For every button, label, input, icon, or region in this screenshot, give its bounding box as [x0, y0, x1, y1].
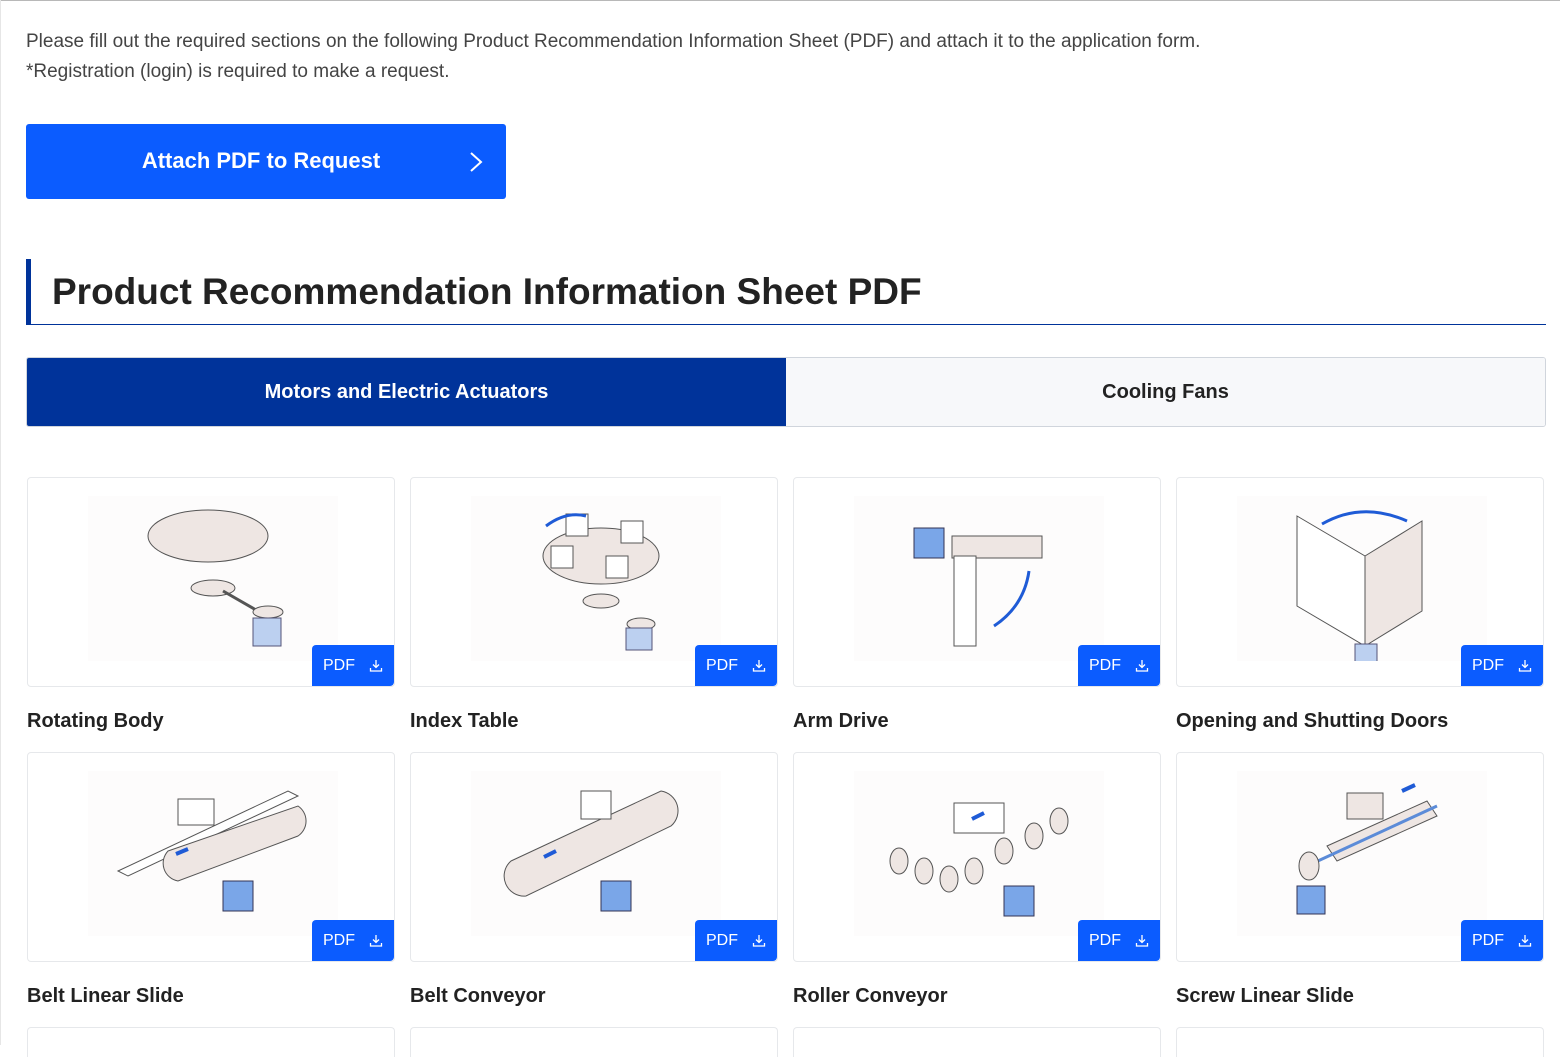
download-icon [369, 659, 383, 672]
hinged-door-motor-illustration [1237, 496, 1487, 661]
index-table-with-boxes-illustration [471, 496, 721, 661]
category-tabs: Motors and Electric Actuators Cooling Fa… [26, 357, 1546, 427]
card-stub [410, 1027, 778, 1057]
card-title[interactable]: Belt Linear Slide [27, 985, 184, 1008]
download-icon [752, 934, 766, 947]
section-title: Product Recommendation Information Sheet… [52, 271, 922, 312]
card-title[interactable]: Roller Conveyor [793, 985, 947, 1008]
card-title[interactable]: Screw Linear Slide [1176, 985, 1354, 1008]
attach-pdf-button[interactable]: Attach PDF to Request [26, 124, 506, 199]
download-icon [1135, 934, 1149, 947]
download-icon [1135, 659, 1149, 672]
pdf-button-label: PDF [1472, 931, 1504, 949]
pdf-button-label: PDF [706, 656, 738, 674]
screw-linear-slide-illustration [1237, 771, 1487, 936]
card-stub [1176, 1027, 1544, 1057]
card-title[interactable]: Rotating Body [27, 710, 164, 733]
intro-line-1: Please fill out the required sections on… [26, 31, 1201, 52]
pdf-download-button[interactable]: PDF [1461, 645, 1543, 686]
top-border [0, 0, 1560, 1]
download-icon [369, 934, 383, 947]
pdf-download-button[interactable]: PDF [1078, 920, 1160, 961]
card-image-frame[interactable]: PDF [793, 752, 1161, 962]
pdf-button-label: PDF [323, 656, 355, 674]
rotating-table-belt-drive-illustration [88, 496, 338, 661]
pdf-download-button[interactable]: PDF [695, 645, 777, 686]
pdf-button-label: PDF [323, 931, 355, 949]
tab-cooling-fans[interactable]: Cooling Fans [786, 358, 1545, 426]
intro-line-2: *Registration (login) is required to mak… [26, 61, 450, 82]
download-icon [752, 659, 766, 672]
pdf-download-button[interactable]: PDF [1461, 920, 1543, 961]
card-title[interactable]: Arm Drive [793, 710, 889, 733]
section-heading: Product Recommendation Information Sheet… [26, 259, 1546, 325]
card-image-frame[interactable]: PDF [793, 477, 1161, 687]
intro-text: Please fill out the required sections on… [26, 27, 1200, 87]
pdf-download-button[interactable]: PDF [695, 920, 777, 961]
download-icon [1518, 659, 1532, 672]
pdf-button-label: PDF [1089, 656, 1121, 674]
card-title[interactable]: Belt Conveyor [410, 985, 546, 1008]
download-icon [1518, 934, 1532, 947]
pdf-download-button[interactable]: PDF [312, 645, 394, 686]
card-image-frame[interactable]: PDF [410, 477, 778, 687]
card-image-frame[interactable]: PDF [27, 752, 395, 962]
pdf-button-label: PDF [1472, 656, 1504, 674]
belt-linear-slide-illustration [88, 771, 338, 936]
motor-driven-arm-illustration [854, 496, 1104, 661]
tab-motors-actuators[interactable]: Motors and Electric Actuators [27, 358, 786, 426]
pdf-download-button[interactable]: PDF [312, 920, 394, 961]
left-border [0, 0, 1, 1045]
roller-conveyor-illustration [854, 771, 1104, 936]
chevron-right-icon [470, 152, 483, 172]
belt-conveyor-illustration [471, 771, 721, 936]
card-title[interactable]: Opening and Shutting Doors [1176, 710, 1448, 733]
card-image-frame[interactable]: PDF [1176, 477, 1544, 687]
attach-pdf-button-label: Attach PDF to Request [141, 148, 381, 173]
card-image-frame[interactable]: PDF [1176, 752, 1544, 962]
card-stub [27, 1027, 395, 1057]
pdf-button-label: PDF [706, 931, 738, 949]
card-title[interactable]: Index Table [410, 710, 519, 733]
pdf-download-button[interactable]: PDF [1078, 645, 1160, 686]
card-image-frame[interactable]: PDF [27, 477, 395, 687]
card-image-frame[interactable]: PDF [410, 752, 778, 962]
pdf-button-label: PDF [1089, 931, 1121, 949]
card-stub [793, 1027, 1161, 1057]
